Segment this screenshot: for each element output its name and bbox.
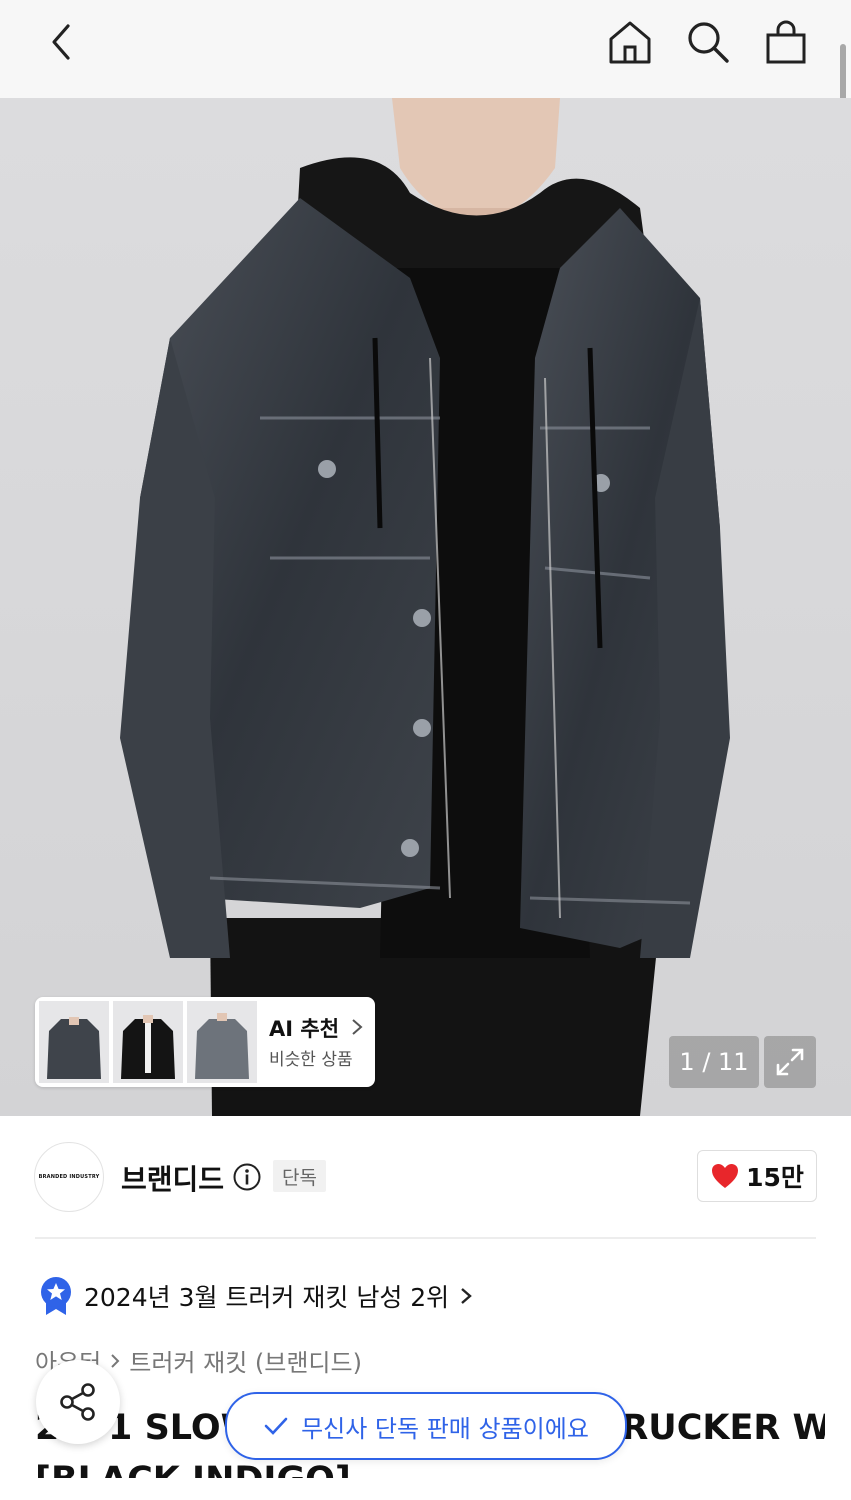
info-icon[interactable]: [232, 1162, 262, 1192]
cart-button[interactable]: [758, 14, 814, 70]
like-count: 15만: [746, 1163, 804, 1192]
jacket-thumbnail-icon: [195, 1013, 249, 1079]
home-button[interactable]: [602, 14, 658, 70]
like-button[interactable]: 15만: [697, 1150, 817, 1202]
recommend-thumbnail[interactable]: [39, 1001, 109, 1083]
divider: [35, 1237, 816, 1239]
product-image[interactable]: [0, 98, 851, 1116]
expand-button[interactable]: [764, 1036, 816, 1088]
share-button[interactable]: [36, 1360, 120, 1444]
jacket-thumbnail-icon: [47, 1017, 101, 1079]
expand-icon: [776, 1048, 804, 1076]
back-button[interactable]: [34, 14, 90, 70]
home-icon: [609, 21, 651, 64]
ranking-badge-icon: [41, 1277, 71, 1315]
recommend-thumbnail[interactable]: [187, 1001, 257, 1083]
share-icon: [60, 1383, 95, 1421]
product-photo-illustration: [120, 98, 730, 1116]
chevron-left-icon: [52, 24, 70, 60]
ai-recommend-subtitle: 비슷한 상품: [269, 1050, 353, 1070]
jacket-thumbnail-icon: [121, 1015, 175, 1079]
exclusive-badge: 단독: [273, 1160, 326, 1192]
recommend-thumbnail[interactable]: [113, 1001, 183, 1083]
top-navigation-bar: [0, 0, 851, 98]
bottom-bar-edge: [0, 1478, 851, 1500]
brand-logo-text: BRANDED INDUSTRY: [38, 1174, 100, 1180]
ai-recommend-title: AI 추천: [269, 1013, 364, 1043]
chevron-right-icon: [461, 1288, 472, 1304]
search-button[interactable]: [680, 14, 736, 70]
chevron-right-icon: [111, 1353, 120, 1368]
heart-icon: [712, 1164, 739, 1188]
brand-logo[interactable]: BRANDED INDUSTRY: [34, 1142, 104, 1212]
shopping-bag-icon: [766, 20, 806, 64]
ai-recommend-card[interactable]: AI 추천 비슷한 상품: [35, 997, 375, 1087]
image-counter: 1 / 11: [669, 1036, 759, 1088]
breadcrumb-subcategory[interactable]: 트러커 재킷 (브랜디드): [129, 1343, 362, 1378]
ranking-link[interactable]: 2024년 3월 트러커 재킷 남성 2위: [38, 1275, 473, 1317]
search-icon: [688, 22, 729, 63]
chevron-right-icon: [352, 1019, 363, 1035]
check-icon: [264, 1417, 288, 1435]
brand-name[interactable]: 브랜디드: [121, 1158, 224, 1198]
toast-text: 무신사 단독 판매 상품이에요: [301, 1414, 589, 1443]
ranking-text: 2024년 3월 트러커 재킷 남성 2위: [84, 1283, 450, 1312]
exclusive-toast: 무신사 단독 판매 상품이에요: [225, 1392, 627, 1460]
